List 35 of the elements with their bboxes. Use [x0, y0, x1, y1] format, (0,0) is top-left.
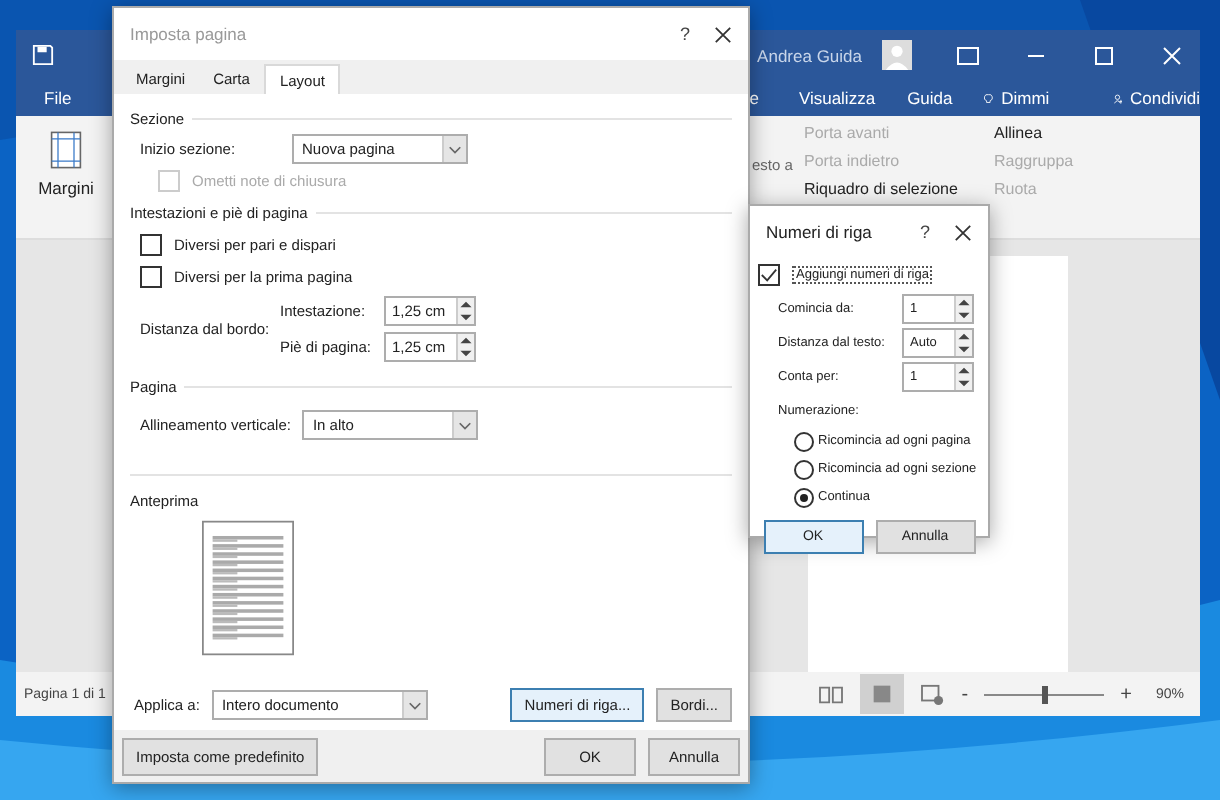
- ribbon-tab[interactable]: File: [44, 88, 72, 108]
- dialog-title: Imposta pagina: [130, 24, 247, 44]
- checkbox[interactable]: [140, 265, 162, 287]
- page-preview-drawing: [202, 520, 294, 656]
- ribbon-tab[interactable]: Visualizza: [798, 88, 876, 108]
- ribbon-tab[interactable]: Guida: [907, 88, 953, 108]
- maximize-icon[interactable]: [1092, 45, 1116, 65]
- close-icon[interactable]: [714, 25, 732, 43]
- tell-me-field[interactable]: Dimmi: [1001, 88, 1050, 108]
- margins-button[interactable]: Margini: [32, 124, 100, 238]
- ribbon-button[interactable]: Allinea: [994, 124, 1043, 142]
- print-layout-icon[interactable]: [859, 674, 904, 714]
- share-button[interactable]: Condividi: [1130, 88, 1200, 108]
- web-layout-icon[interactable]: [919, 683, 946, 705]
- radio-button[interactable]: [794, 459, 814, 479]
- ribbon-tab[interactable]: e: [749, 88, 759, 108]
- chevron-down-icon: [458, 417, 473, 431]
- radio-button[interactable]: [794, 487, 814, 507]
- checkbox[interactable]: [758, 263, 780, 285]
- ribbon-display-icon[interactable]: [956, 45, 980, 65]
- chevron-down-icon: [448, 142, 462, 156]
- ribbon-button[interactable]: Riquadro di selezione: [804, 180, 958, 198]
- help-button[interactable]: ?: [679, 24, 690, 44]
- close-icon[interactable]: [954, 223, 972, 241]
- dialog-title: Numeri di riga: [766, 222, 872, 242]
- read-mode-icon[interactable]: [817, 683, 844, 705]
- zoom-out-button[interactable]: -: [961, 683, 969, 705]
- radio-button[interactable]: [794, 431, 814, 451]
- user-name: Andrea Guida: [757, 45, 862, 65]
- margins-icon: [50, 128, 82, 172]
- checkbox[interactable]: [140, 233, 162, 255]
- zoom-in-button[interactable]: +: [1120, 683, 1132, 705]
- chevron-down-icon: [407, 698, 422, 712]
- help-button[interactable]: ?: [919, 222, 930, 242]
- save-icon[interactable]: [32, 44, 54, 66]
